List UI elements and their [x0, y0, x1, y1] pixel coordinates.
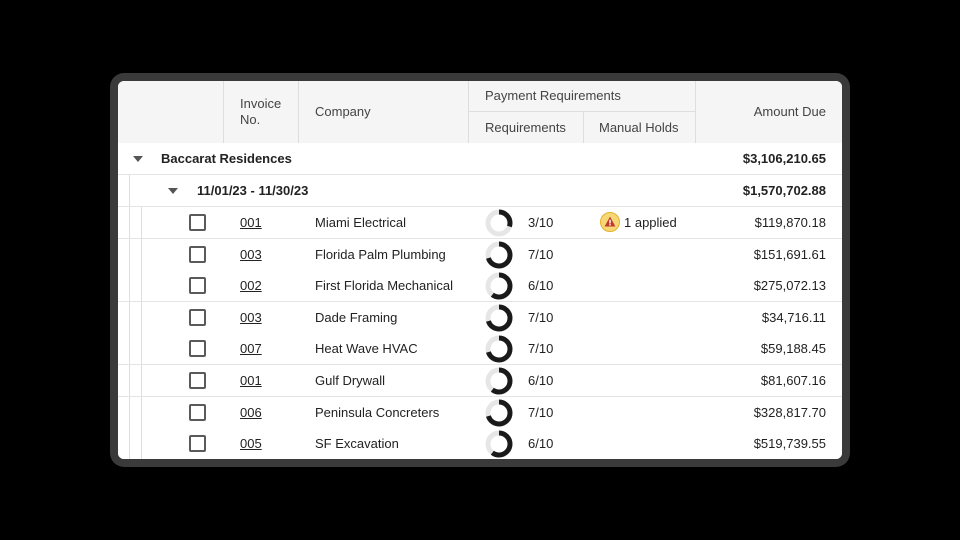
amount-due: $328,817.70 — [753, 404, 826, 420]
warning-triangle-icon — [600, 212, 620, 232]
manual-hold-status[interactable]: 1 applied — [624, 207, 677, 238]
amount-due: $34,716.11 — [761, 309, 826, 325]
donut-progress-icon — [485, 399, 513, 427]
table-row[interactable]: 006 Peninsula Concreters 7/10 $328,817.70 — [118, 396, 842, 429]
invoice-link[interactable]: 002 — [240, 270, 262, 301]
donut-progress-icon — [485, 241, 513, 269]
invoice-link[interactable]: 005 — [240, 428, 262, 459]
company-name: Heat Wave HVAC — [315, 341, 418, 357]
invoice-grid: Invoice No. Company Payment Requirements… — [118, 81, 842, 459]
table-row[interactable]: 007 Heat Wave HVAC 7/10 $59,188.45 — [118, 333, 842, 366]
requirements-count: 6/10 — [528, 436, 554, 452]
amount-due: $119,870.18 — [754, 215, 826, 230]
caret-down-icon[interactable] — [168, 188, 178, 194]
col-header-payment-requirements: Payment Requirements — [485, 88, 621, 103]
requirements-count: 3/10 — [528, 215, 554, 230]
table-row[interactable]: 005 SF Excavation 6/10 $519,739.55 — [118, 428, 842, 459]
donut-progress-icon — [485, 430, 513, 458]
company-name: Miami Electrical — [315, 215, 407, 230]
requirements-count: 7/10 — [528, 309, 554, 325]
donut-progress-icon — [485, 367, 513, 395]
invoice-link[interactable]: 006 — [240, 397, 262, 428]
group-name: Baccarat Residences — [161, 151, 292, 166]
caret-down-icon[interactable] — [133, 156, 143, 162]
donut-progress-icon — [485, 272, 513, 300]
company-name: First Florida Mechanical — [315, 278, 453, 294]
col-header-manual-holds[interactable]: Manual Holds — [599, 120, 679, 136]
row-checkbox[interactable] — [189, 372, 206, 389]
amount-due: $275,072.13 — [753, 278, 826, 294]
amount-due: $519,739.55 — [753, 436, 826, 452]
requirements-count: 6/10 — [528, 373, 554, 388]
table-row[interactable]: 003 Florida Palm Plumbing 7/10 $151,691.61 — [118, 238, 842, 271]
group-row[interactable]: Baccarat Residences $3,106,210.65 — [118, 143, 842, 175]
group-amount: $3,106,210.65 — [742, 151, 826, 166]
donut-progress-icon — [485, 209, 513, 237]
table-row[interactable]: 002 First Florida Mechanical 6/10 $275,072.… — [118, 270, 842, 303]
period-label: 11/01/23 - 11/30/23 — [197, 183, 309, 198]
requirements-count: 7/10 — [528, 404, 554, 420]
period-row[interactable]: 11/01/23 - 11/30/23 $1,570,702.88 — [118, 175, 842, 207]
company-name: Gulf Drywall — [315, 373, 386, 388]
row-checkbox[interactable] — [189, 214, 206, 231]
invoice-link[interactable]: 007 — [240, 333, 262, 364]
row-checkbox[interactable] — [189, 277, 206, 295]
row-checkbox[interactable] — [189, 435, 206, 453]
amount-due: $151,691.61 — [753, 246, 826, 262]
donut-progress-icon — [485, 335, 513, 363]
col-header-company[interactable]: Company — [315, 104, 371, 120]
amount-due: $59,188.45 — [760, 341, 826, 357]
invoice-link[interactable]: 003 — [240, 239, 262, 270]
invoice-link[interactable]: 001 — [240, 207, 262, 238]
company-name: Florida Palm Plumbing — [315, 246, 446, 262]
requirements-count: 7/10 — [528, 246, 554, 262]
row-checkbox[interactable] — [189, 245, 206, 263]
invoice-link[interactable]: 003 — [240, 302, 262, 333]
company-name: Peninsula Concreters — [315, 404, 440, 420]
col-header-requirements[interactable]: Requirements — [485, 120, 566, 136]
col-header-amount-due[interactable]: Amount Due — [698, 104, 826, 120]
table-row[interactable]: 001 Gulf Drywall 6/10 $81,607.16 — [118, 365, 842, 397]
row-checkbox[interactable] — [189, 308, 206, 326]
row-checkbox[interactable] — [189, 340, 206, 358]
table-row[interactable]: 003 Dade Framing 7/10 $34,716.11 — [118, 301, 842, 334]
company-name: Dade Framing — [315, 309, 398, 325]
requirements-count: 7/10 — [528, 341, 554, 357]
company-name: SF Excavation — [315, 436, 399, 452]
donut-progress-icon — [485, 304, 513, 332]
amount-due: $81,607.16 — [760, 373, 826, 388]
row-checkbox[interactable] — [189, 403, 206, 421]
grid-header: Invoice No. Company Payment Requirements… — [118, 81, 842, 144]
requirements-count: 6/10 — [528, 278, 554, 294]
table-row[interactable]: 001 Miami Electrical 3/10 1 applied $119,870… — [118, 207, 842, 239]
invoice-link[interactable]: 001 — [240, 365, 262, 396]
period-amount: $1,570,702.88 — [742, 183, 826, 198]
col-header-invoice-no[interactable]: Invoice No. — [240, 96, 281, 128]
